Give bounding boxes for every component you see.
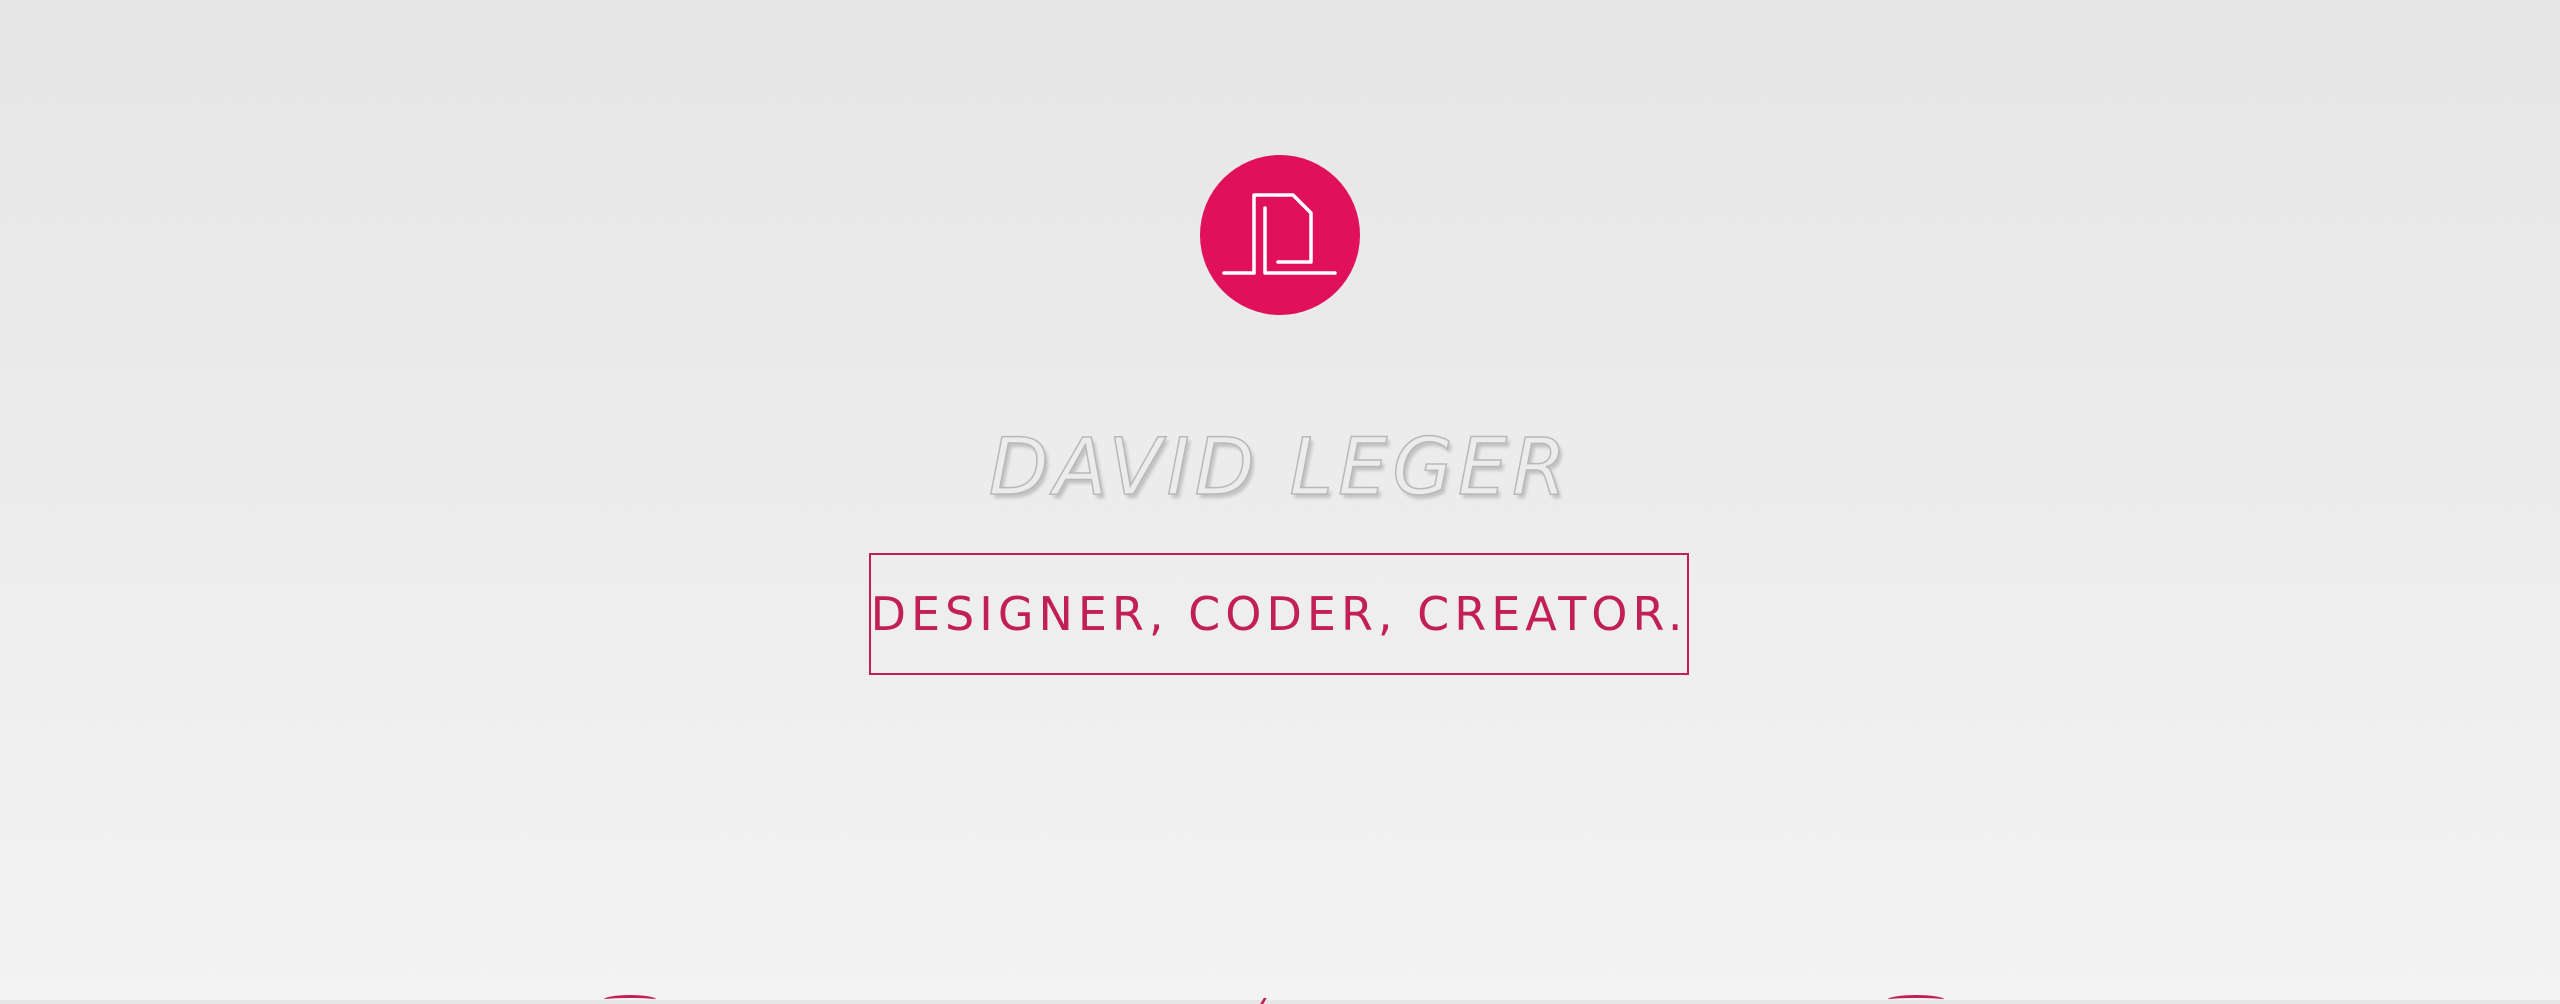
tagline: DESIGNER, CODER, CREATOR. bbox=[870, 587, 1688, 641]
service-icon-partial-middle bbox=[1260, 998, 1267, 1004]
logo[interactable] bbox=[1200, 155, 1360, 315]
tagline-box: DESIGNER, CODER, CREATOR. bbox=[869, 553, 1689, 675]
dl-monogram-icon bbox=[1222, 193, 1337, 275]
site-owner-name: DAVID LEGER bbox=[988, 423, 1572, 515]
hero-section: DAVID LEGER DESIGNER, CODER, CREATOR. bbox=[0, 0, 2560, 1004]
